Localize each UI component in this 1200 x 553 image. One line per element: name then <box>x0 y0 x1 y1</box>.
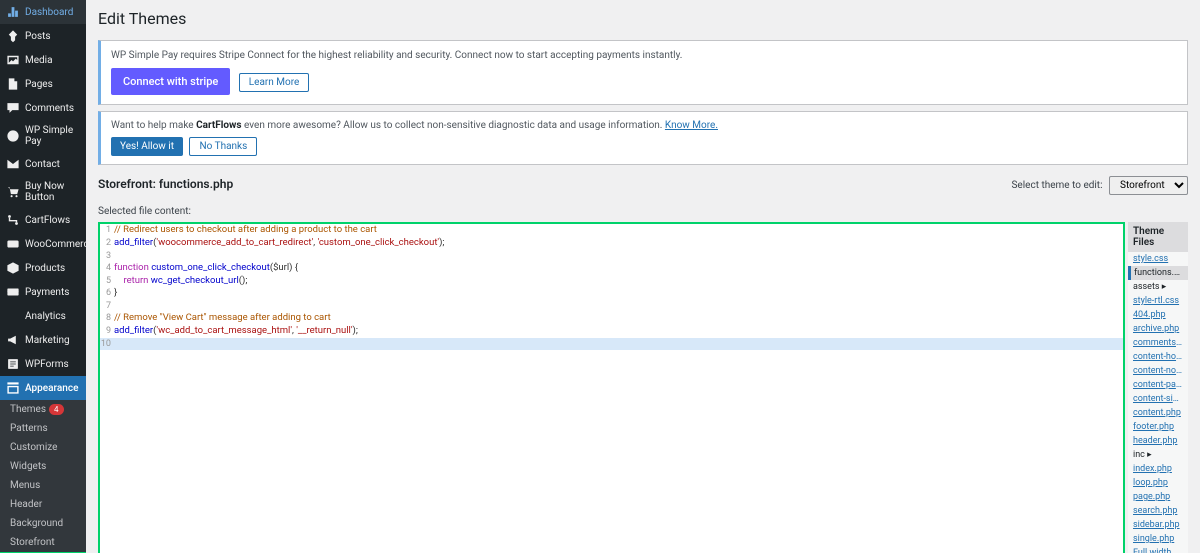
submenu-themes[interactable]: Themes4 <box>0 400 86 419</box>
submenu-background[interactable]: Background <box>0 514 86 533</box>
submenu-customize[interactable]: Customize <box>0 438 86 457</box>
woo-icon <box>6 237 20 251</box>
theme-select[interactable]: Storefront <box>1109 176 1188 195</box>
code-editor[interactable]: 1// Redirect users to checkout after add… <box>98 222 1125 553</box>
media-icon <box>6 53 20 67</box>
file-404-php[interactable]: 404.php <box>1128 308 1188 322</box>
menu-label: Posts <box>25 31 51 42</box>
horn-icon <box>6 333 20 347</box>
menu-label: Comments <box>25 103 74 114</box>
appearance-icon <box>6 381 20 395</box>
menu-label: Payments <box>25 287 69 298</box>
menu-label: CartFlows <box>25 215 70 226</box>
menu-label: WooCommerce <box>25 239 86 250</box>
file-footer-php[interactable]: footer.php <box>1128 420 1188 434</box>
menu-buy-now-button[interactable]: Buy Now Button <box>0 176 86 208</box>
theme-files-panel: Theme Files style.cssfunctions.phpassets… <box>1128 222 1188 553</box>
submenu-storefront[interactable]: Storefront <box>0 533 86 552</box>
menu-comments[interactable]: Comments <box>0 96 86 120</box>
comment-icon <box>6 101 20 115</box>
menu-label: Media <box>25 55 53 66</box>
file-archive-php[interactable]: archive.php <box>1128 322 1188 336</box>
file-page-php[interactable]: page.php <box>1128 490 1188 504</box>
simple-icon <box>6 129 20 143</box>
menu-label: Pages <box>25 79 53 90</box>
menu-posts[interactable]: Posts <box>0 24 86 48</box>
file-content-homepage[interactable]: content-homepage <box>1128 350 1188 364</box>
admin-sidebar: Dashboard Posts Media Pages Comments WP Simpl… <box>0 0 86 553</box>
menu-contact[interactable]: Contact <box>0 152 86 176</box>
theme-select-wrap: Select theme to edit: Storefront <box>1011 176 1188 195</box>
submenu-widgets[interactable]: Widgets <box>0 457 86 476</box>
box-icon <box>6 261 20 275</box>
menu-woocommerce[interactable]: WooCommerce <box>0 232 86 256</box>
menu-payments[interactable]: Payments <box>0 280 86 304</box>
menu-products[interactable]: Products <box>0 256 86 280</box>
cartflows-notice: Want to help make CartFlows even more aw… <box>98 111 1188 165</box>
menu-wp-simple-pay[interactable]: WP Simple Pay <box>0 120 86 152</box>
submenu-header[interactable]: Header <box>0 495 86 514</box>
dash-icon <box>6 5 20 19</box>
learn-more-button[interactable]: Learn More <box>239 73 310 92</box>
selected-content-label: Selected file content: <box>98 206 1188 217</box>
connect-stripe-button[interactable]: Connect with stripe <box>111 68 230 95</box>
card-icon <box>6 285 20 299</box>
file-content-page-php[interactable]: content-page.php <box>1128 378 1188 392</box>
menu-label: Appearance <box>25 383 78 394</box>
menu-label: Buy Now Button <box>25 181 80 203</box>
file-inc[interactable]: inc ▸ <box>1128 448 1188 462</box>
file-single-php[interactable]: single.php <box>1128 532 1188 546</box>
stripe-notice: WP Simple Pay requires Stripe Connect fo… <box>98 40 1188 105</box>
menu-label: Analytics <box>25 311 66 322</box>
menu-cartflows[interactable]: CartFlows <box>0 208 86 232</box>
menu-analytics[interactable]: Analytics <box>0 304 86 328</box>
no-thanks-button[interactable]: No Thanks <box>189 137 257 156</box>
page-icon <box>6 77 20 91</box>
pin-icon <box>6 29 20 43</box>
file-full-width-page[interactable]: Full width Page <box>1128 546 1188 553</box>
file-content-single-php[interactable]: content-single.php <box>1128 392 1188 406</box>
file-header-php[interactable]: header.php <box>1128 434 1188 448</box>
menu-wpforms[interactable]: WPForms <box>0 352 86 376</box>
page-title: Edit Themes <box>98 0 1188 32</box>
file-comments-php[interactable]: comments.php <box>1128 336 1188 350</box>
menu-label: WPForms <box>25 359 69 370</box>
file-style-css[interactable]: style.css <box>1128 252 1188 266</box>
submenu-menus[interactable]: Menus <box>0 476 86 495</box>
allow-button[interactable]: Yes! Allow it <box>111 137 183 156</box>
chart-icon <box>6 309 20 323</box>
menu-label: Marketing <box>25 335 70 346</box>
mail-icon <box>6 157 20 171</box>
file-assets[interactable]: assets ▸ <box>1128 280 1188 294</box>
menu-label: Dashboard <box>25 7 73 18</box>
menu-label: Contact <box>25 159 60 170</box>
main-content: Edit Themes WP Simple Pay requires Strip… <box>86 0 1200 553</box>
file-heading: Storefront: functions.php <box>98 177 233 191</box>
file-index-php[interactable]: index.php <box>1128 462 1188 476</box>
file-style-rtl-css[interactable]: style-rtl.css <box>1128 294 1188 308</box>
theme-files-heading: Theme Files <box>1128 222 1188 252</box>
notice-text: WP Simple Pay requires Stripe Connect fo… <box>111 50 1177 61</box>
menu-media[interactable]: Media <box>0 48 86 72</box>
file-loop-php[interactable]: loop.php <box>1128 476 1188 490</box>
menu-marketing[interactable]: Marketing <box>0 328 86 352</box>
cart-icon <box>6 185 20 199</box>
know-more-link[interactable]: Know More. <box>665 120 718 131</box>
flow-icon <box>6 213 20 227</box>
file-content-php[interactable]: content.php <box>1128 406 1188 420</box>
menu-label: Products <box>25 263 65 274</box>
menu-pages[interactable]: Pages <box>0 72 86 96</box>
file-sidebar-php[interactable]: sidebar.php <box>1128 518 1188 532</box>
submenu-patterns[interactable]: Patterns <box>0 419 86 438</box>
menu-label: WP Simple Pay <box>25 125 80 147</box>
form-icon <box>6 357 20 371</box>
menu-dashboard[interactable]: Dashboard <box>0 0 86 24</box>
file-content-none-php[interactable]: content-none.php <box>1128 364 1188 378</box>
appearance-submenu: Themes4PatternsCustomizeWidgetsMenusHead… <box>0 400 86 552</box>
menu-appearance[interactable]: Appearance <box>0 376 86 400</box>
file-search-php[interactable]: search.php <box>1128 504 1188 518</box>
file-functions-php[interactable]: functions.php <box>1128 266 1188 280</box>
